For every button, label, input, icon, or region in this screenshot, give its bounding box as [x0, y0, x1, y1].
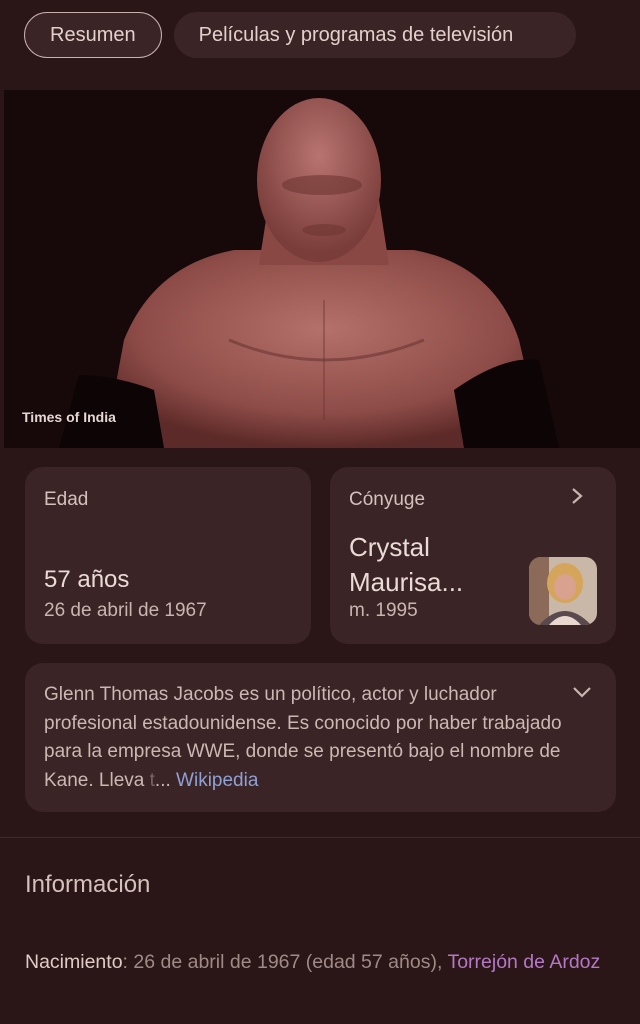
birth-info: Nacimiento: 26 de abril de 1967 (edad 57…	[25, 946, 615, 978]
description-ellipsis: ...	[154, 769, 171, 791]
spouse-avatar	[529, 557, 597, 625]
tab-resumen[interactable]: Resumen	[24, 12, 162, 58]
section-divider	[0, 837, 640, 838]
wikipedia-link[interactable]: Wikipedia	[176, 770, 258, 791]
spouse-name: Crystal Maurisa...	[349, 532, 464, 597]
chevron-right-icon[interactable]	[570, 486, 584, 512]
knowledge-panel: Resumen Películas y programas de televis…	[0, 0, 640, 1024]
birth-date: 26 de abril de 1967	[44, 600, 207, 621]
marriage-year: m. 1995	[349, 600, 418, 621]
tab-peliculas[interactable]: Películas y programas de televisión	[173, 12, 576, 58]
spouse-label: Cónyuge	[349, 489, 426, 510]
birth-key: Nacimiento	[25, 951, 123, 973]
chevron-down-icon[interactable]	[571, 682, 593, 705]
tab-peliculas-label: Películas y programas de televisión	[198, 23, 514, 46]
tab-chips: Resumen Películas y programas de televis…	[24, 12, 576, 58]
age-value: 57 años	[44, 566, 130, 593]
birth-place-link[interactable]: Torrejón de Ardoz	[447, 951, 600, 973]
hero-image[interactable]: Times of India	[4, 90, 640, 448]
age-label: Edad	[44, 489, 89, 510]
image-credit: Times of India	[22, 409, 116, 425]
birth-value: : 26 de abril de 1967 (edad 57 años),	[122, 951, 448, 973]
person-photo	[4, 90, 640, 448]
description-body: Glenn Thomas Jacobs es un político, acto…	[44, 684, 562, 791]
info-title: Información	[25, 871, 151, 898]
description-text: Glenn Thomas Jacobs es un político, acto…	[44, 681, 569, 795]
tab-resumen-label: Resumen	[50, 23, 136, 46]
